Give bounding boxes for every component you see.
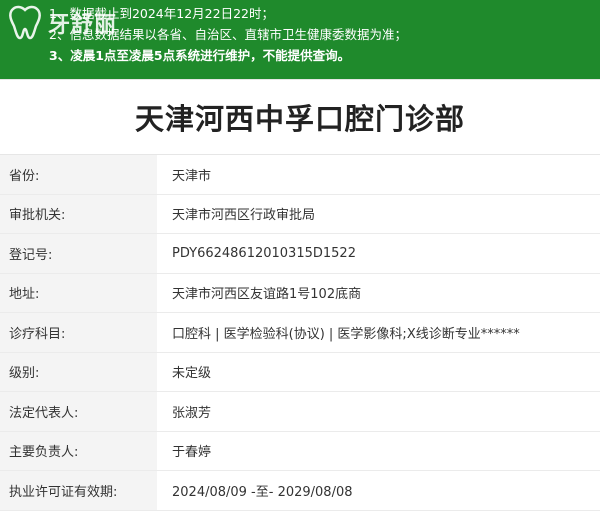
notice-line-3: 3、凌晨1点至凌晨5点系统进行维护，不能提供查询。: [49, 45, 600, 66]
row-label: 主要负责人:: [0, 431, 157, 470]
table-row: 登记号: PDY66248612010315D1522: [0, 234, 600, 274]
info-table: 省份: 天津市 审批机关: 天津市河西区行政审批局 登记号: PDY662486…: [0, 155, 600, 511]
row-value: 天津市: [172, 168, 212, 184]
table-row: 诊疗科目: 口腔科 | 医学检验科(协议) | 医学影像科;X线诊断专业****…: [0, 313, 600, 353]
row-label: 级别:: [0, 352, 157, 391]
row-label: 登记号:: [0, 234, 157, 273]
row-value: 口腔科 | 医学检验科(协议) | 医学影像科;X线诊断专业******: [172, 326, 520, 342]
table-row: 主要负责人: 于春婷: [0, 431, 600, 471]
table-row: 地址: 天津市河西区友谊路1号102底商: [0, 273, 600, 313]
row-label: 审批机关:: [0, 194, 157, 233]
table-row: 法定代表人: 张淑芳: [0, 392, 600, 432]
page-title: 天津河西中孚口腔门诊部: [134, 102, 465, 136]
table-row: 执业许可证有效期: 2024/08/09 -至- 2029/08/08: [0, 471, 600, 511]
row-value: 张淑芳: [172, 405, 212, 421]
notice-line-2: 2、信息数据结果以各省、自治区、直辖市卫生健康委数据为准；: [49, 27, 407, 42]
row-value: 天津市河西区友谊路1号102底商: [172, 287, 362, 303]
table-row: 级别: 未定级: [0, 352, 600, 392]
notice-line-3-text: 3、凌晨1点至凌晨5点系统进行维护，不能提供查询。: [49, 48, 351, 63]
row-label: 省份:: [0, 155, 157, 194]
row-value: 未定级: [172, 366, 212, 382]
row-value: 天津市河西区行政审批局: [172, 208, 316, 224]
title-section: 天津河西中孚口腔门诊部: [0, 79, 600, 155]
row-label: 法定代表人:: [0, 392, 157, 431]
table-row: 审批机关: 天津市河西区行政审批局: [0, 194, 600, 234]
notice-banner: 1、数据截止到2024年12月22日22时； 2、信息数据结果以各省、自治区、直…: [0, 0, 600, 79]
row-value: 于春婷: [172, 445, 212, 461]
row-value: PDY66248612010315D1522: [172, 245, 356, 261]
table-row: 省份: 天津市: [0, 155, 600, 195]
notice-line-1: 1、数据截止到2024年12月22日22时；: [49, 6, 274, 21]
row-label: 地址:: [0, 273, 157, 312]
row-label: 诊疗科目:: [0, 313, 157, 352]
